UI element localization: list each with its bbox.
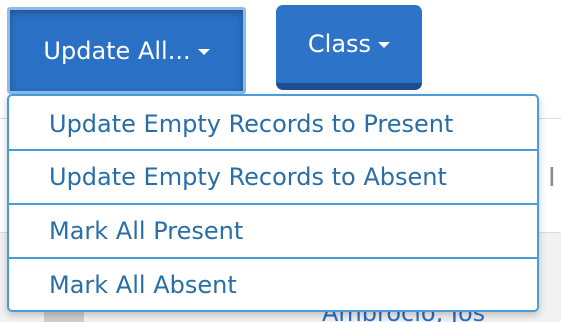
menu-item-mark-all-absent[interactable]: Mark All Absent [9, 259, 537, 310]
class-button[interactable]: Class [276, 5, 422, 90]
update-all-dropdown-menu: Update Empty Records to Present Update E… [7, 94, 539, 312]
chevron-down-icon [378, 42, 391, 48]
chevron-down-icon [197, 48, 210, 55]
update-all-button[interactable]: Update All... [7, 7, 246, 94]
class-label: Class [307, 30, 372, 58]
attendance-page: I Ambrocio, Jos Update All... Class Upda… [0, 0, 561, 322]
menu-item-update-empty-absent[interactable]: Update Empty Records to Absent [9, 151, 537, 205]
menu-item-update-empty-present[interactable]: Update Empty Records to Present [9, 99, 537, 151]
partially-hidden-column-header: I [548, 163, 556, 193]
update-all-label: Update All... [43, 36, 191, 65]
menu-item-mark-all-present[interactable]: Mark All Present [9, 205, 537, 259]
